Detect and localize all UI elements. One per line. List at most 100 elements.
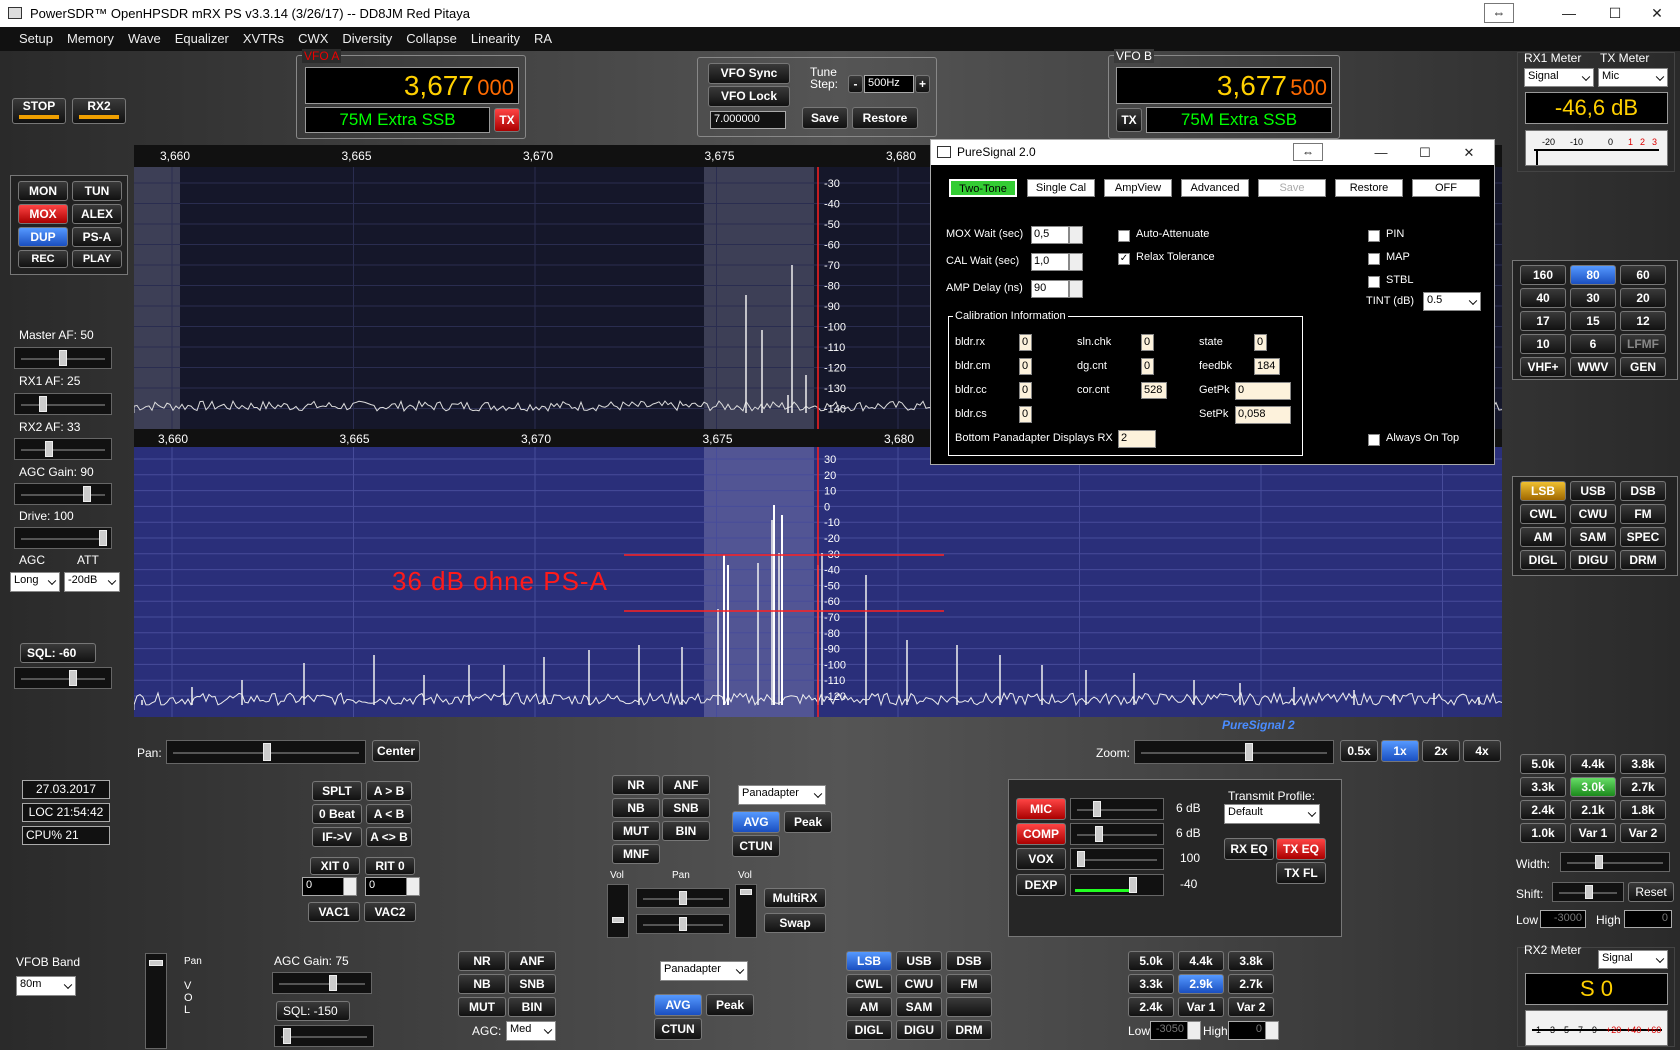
dexp-button[interactable]: DEXP: [1016, 874, 1066, 896]
menu-xvtrs[interactable]: XVTRs: [236, 27, 291, 51]
band-button-vhf[interactable]: VHF+: [1520, 357, 1566, 377]
mnf-button[interactable]: MNF: [612, 844, 660, 864]
filter-button-27k[interactable]: 2.7k: [1620, 777, 1666, 797]
rit-button[interactable]: RIT 0: [365, 857, 415, 875]
band-button-10[interactable]: 10: [1520, 334, 1566, 354]
filter-high-input[interactable]: 0: [1624, 910, 1672, 928]
rx2-nb-button[interactable]: NB: [458, 974, 506, 994]
menu-linearity[interactable]: Linearity: [464, 27, 527, 51]
mon-button[interactable]: MON: [18, 181, 68, 201]
filter-button-10k[interactable]: 1.0k: [1520, 823, 1566, 843]
rx-eq-button[interactable]: RX EQ: [1224, 838, 1274, 860]
ampview-button[interactable]: AmpView: [1104, 179, 1172, 197]
vfo-restore-button[interactable]: Restore: [852, 107, 918, 129]
zoom-slider[interactable]: [1134, 740, 1334, 764]
band-button-15[interactable]: 15: [1570, 311, 1616, 331]
rx2-filter-button-38k[interactable]: 3.8k: [1228, 951, 1274, 971]
rx2-mut-button[interactable]: MUT: [458, 997, 506, 1017]
rx2-meter-select[interactable]: Signal: [1598, 950, 1668, 969]
filter-shift-slider[interactable]: [1552, 882, 1624, 902]
rx2-mode-button-lsb[interactable]: LSB: [846, 951, 892, 971]
drive-slider[interactable]: [14, 527, 112, 549]
rx2-pan-slider[interactable]: [636, 914, 730, 934]
band-button-gen[interactable]: GEN: [1620, 357, 1666, 377]
menu-setup[interactable]: Setup: [12, 27, 60, 51]
rx2-filter-button-44k[interactable]: 4.4k: [1178, 951, 1224, 971]
rx1-af-slider[interactable]: [14, 393, 112, 415]
dup-button[interactable]: DUP: [18, 227, 68, 247]
vfo-frequency-input[interactable]: 7.000000: [710, 111, 786, 129]
rx2-filter-button-33k[interactable]: 3.3k: [1128, 974, 1174, 994]
agc-mode-select[interactable]: Long: [10, 572, 60, 592]
tint-select[interactable]: 0.5: [1423, 292, 1481, 311]
amp-delay-input[interactable]: 90: [1031, 280, 1069, 298]
rx2-filter-button-50k[interactable]: 5.0k: [1128, 951, 1174, 971]
band-button-6[interactable]: 6: [1570, 334, 1616, 354]
vox-button[interactable]: VOX: [1016, 848, 1066, 870]
rx2-high-input[interactable]: 0: [1228, 1021, 1266, 1040]
rx2-low-input[interactable]: -3050: [1150, 1021, 1188, 1040]
rx2-filter-button-var1[interactable]: Var 1: [1178, 997, 1224, 1017]
rx1-pan-slider[interactable]: [636, 888, 730, 908]
zoom-0-5x-button[interactable]: 0.5x: [1340, 740, 1378, 762]
tune-step-plus[interactable]: +: [915, 75, 930, 93]
mode-button-fm[interactable]: FM: [1620, 504, 1666, 524]
amp-delay-spinner[interactable]: [1069, 280, 1083, 298]
vfo-lock-button[interactable]: VFO Lock: [708, 86, 790, 107]
rx2-sql-slider[interactable]: [274, 1025, 374, 1047]
filter-low-input[interactable]: -3000: [1540, 910, 1586, 928]
auto-attenuate-checkbox[interactable]: [1118, 230, 1130, 242]
filter-button-50k[interactable]: 5.0k: [1520, 754, 1566, 774]
resize-icon[interactable]: ⇔: [1484, 3, 1514, 23]
transmit-profile-select[interactable]: Default: [1224, 804, 1320, 824]
split-button[interactable]: SPLT: [312, 781, 362, 801]
band-button-20[interactable]: 20: [1620, 288, 1666, 308]
rx2-mode-button-digu[interactable]: DIGU: [896, 1020, 942, 1040]
stop-button[interactable]: STOP: [12, 98, 66, 124]
vfo-a-frequency[interactable]: 3,677 000: [305, 67, 519, 104]
band-button-12[interactable]: 12: [1620, 311, 1666, 331]
bin-button[interactable]: BIN: [662, 821, 710, 841]
rx2-filter-button-var2[interactable]: Var 2: [1228, 997, 1274, 1017]
map-checkbox[interactable]: [1368, 253, 1380, 265]
nb-button[interactable]: NB: [612, 798, 660, 818]
band-button-40[interactable]: 40: [1520, 288, 1566, 308]
rx2-ctun-button[interactable]: CTUN: [654, 1018, 702, 1040]
center-button[interactable]: Center: [372, 740, 420, 762]
swap-button[interactable]: Swap: [764, 913, 826, 933]
cal-wait-input[interactable]: 1,0: [1031, 253, 1069, 271]
comp-button[interactable]: COMP: [1016, 823, 1066, 845]
filter-reset-button[interactable]: Reset: [1628, 882, 1674, 902]
rx2-agc-gain-slider[interactable]: [272, 972, 372, 994]
ps-off-button[interactable]: OFF: [1412, 179, 1480, 197]
play-button[interactable]: PLAY: [72, 250, 122, 268]
zero-beat-button[interactable]: 0 Beat: [312, 804, 362, 824]
mode-button-sam[interactable]: SAM: [1570, 527, 1616, 547]
rx2-mode-button-digl[interactable]: DIGL: [846, 1020, 892, 1040]
sql-button[interactable]: SQL: -60: [20, 643, 96, 663]
vfo-sync-button[interactable]: VFO Sync: [708, 63, 790, 84]
mode-button-drm[interactable]: DRM: [1620, 550, 1666, 570]
bottom-panadapter-input[interactable]: 2: [1118, 430, 1156, 448]
filter-button-30k[interactable]: 3.0k: [1570, 777, 1616, 797]
two-tone-button[interactable]: Two-Tone: [949, 179, 1017, 197]
mode-button-usb[interactable]: USB: [1570, 481, 1616, 501]
pan-slider[interactable]: [166, 740, 366, 764]
filter-button-44k[interactable]: 4.4k: [1570, 754, 1616, 774]
mode-button-digl[interactable]: DIGL: [1520, 550, 1566, 570]
tx-fl-button[interactable]: TX FL: [1276, 862, 1326, 884]
menu-memory[interactable]: Memory: [60, 27, 121, 51]
mode-button-cwu[interactable]: CWU: [1570, 504, 1616, 524]
tx-meter-select[interactable]: Mic: [1598, 68, 1668, 87]
rx2-low-spinner[interactable]: [1187, 1021, 1201, 1040]
mode-button-spec[interactable]: SPEC: [1620, 527, 1666, 547]
ps-a-button[interactable]: PS-A: [72, 227, 122, 247]
rec-button[interactable]: REC: [18, 250, 68, 268]
rx1-vol-slider[interactable]: [607, 884, 629, 938]
menu-equalizer[interactable]: Equalizer: [168, 27, 236, 51]
rx1-meter-select[interactable]: Signal: [1524, 68, 1594, 87]
rx2-display-select[interactable]: Panadapter: [660, 961, 748, 981]
b-to-a-button[interactable]: A < B: [366, 804, 412, 824]
vac2-button[interactable]: VAC2: [364, 902, 416, 922]
rx2-filter-button-27k[interactable]: 2.7k: [1228, 974, 1274, 994]
